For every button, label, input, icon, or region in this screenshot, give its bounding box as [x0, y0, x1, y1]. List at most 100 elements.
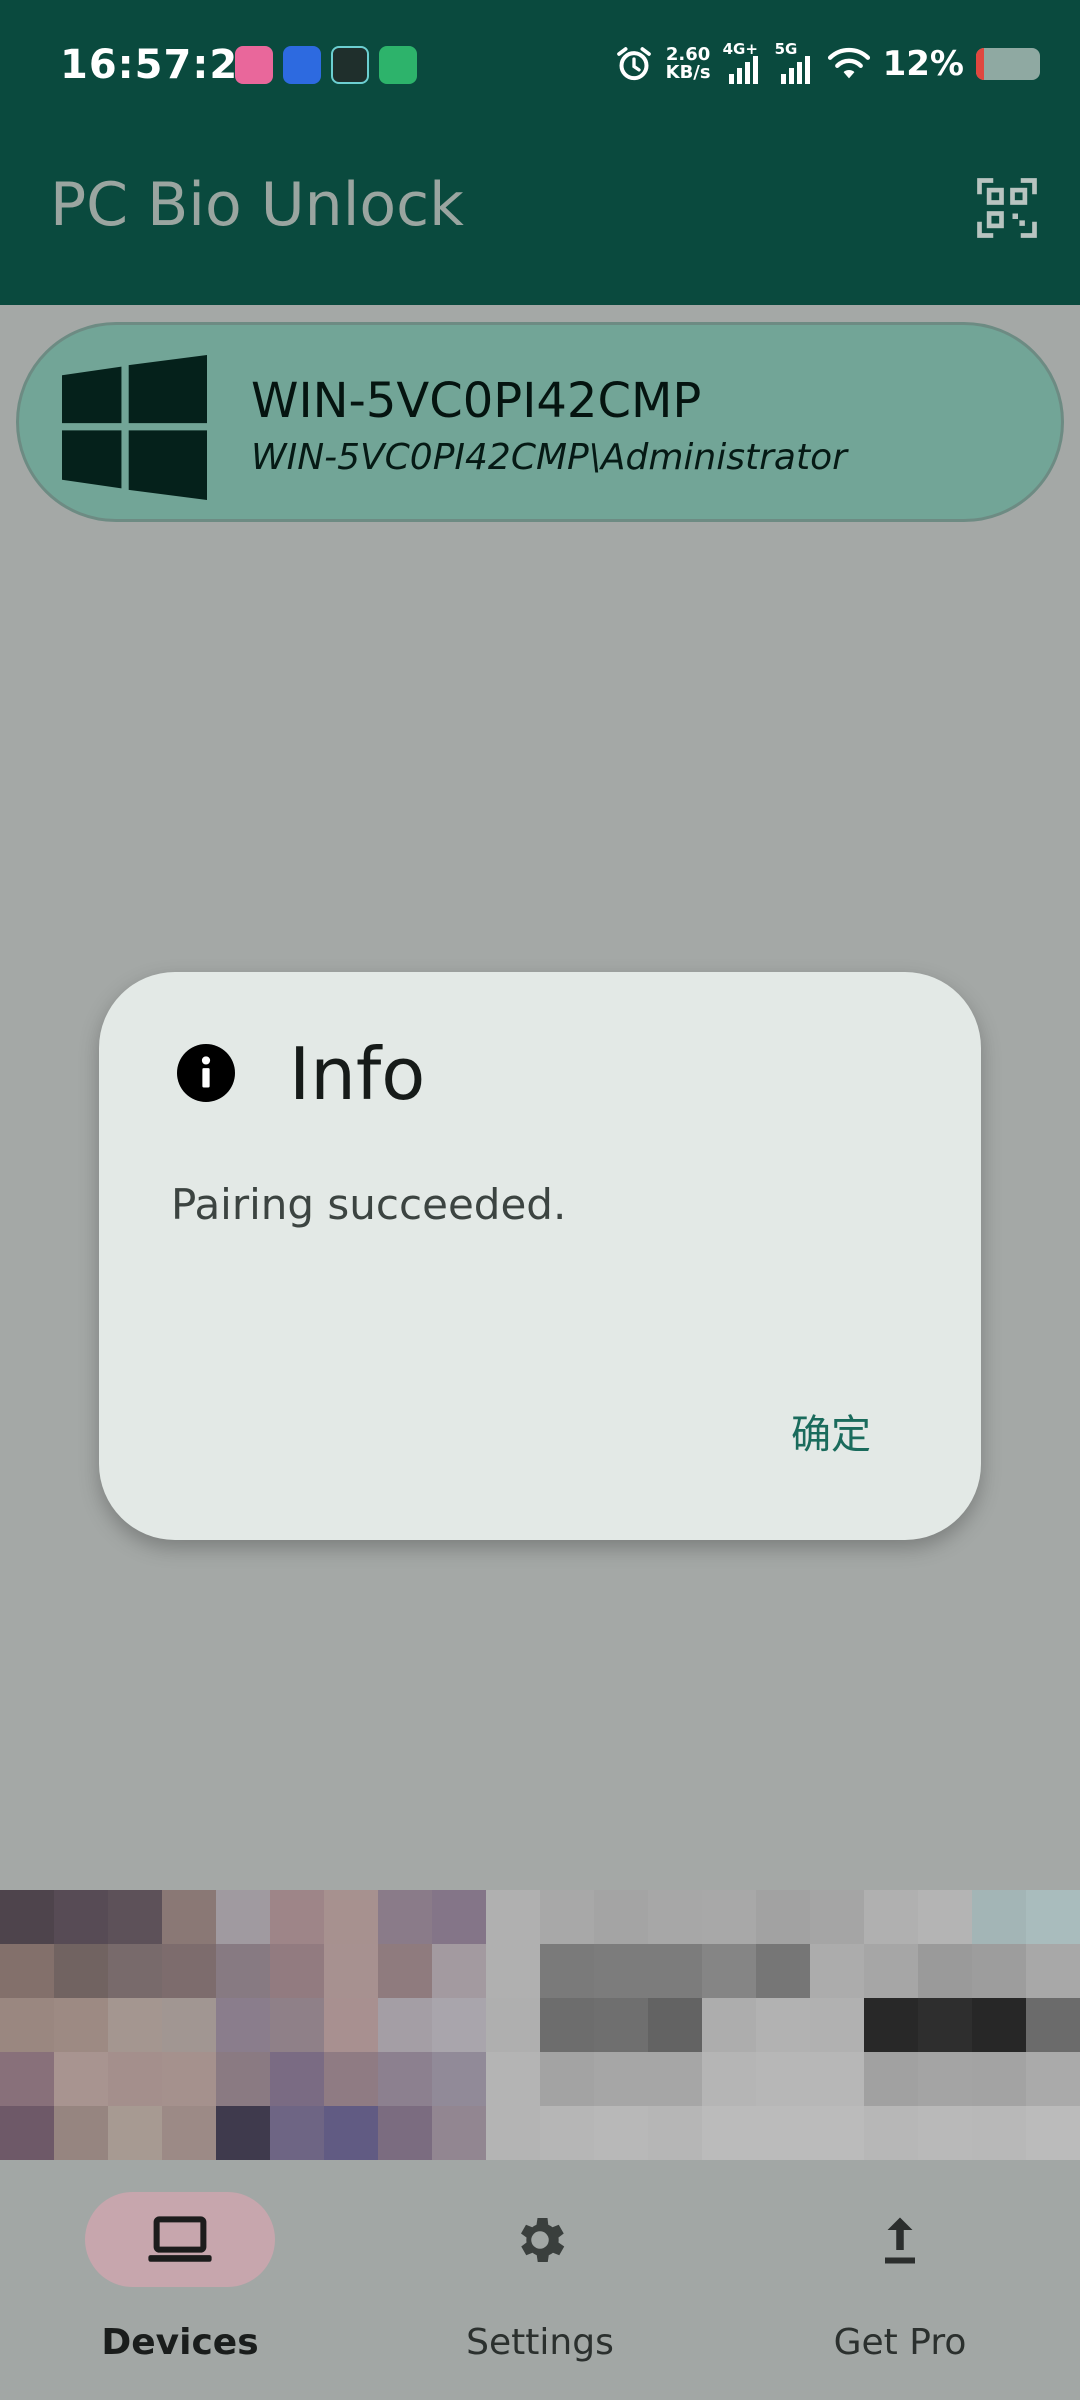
mosaic-tile — [378, 2052, 432, 2106]
upload-arrow-icon — [885, 2217, 915, 2264]
mosaic-tile — [54, 2106, 108, 2160]
mosaic-tile — [756, 1944, 810, 1998]
device-list-item[interactable]: WIN-5VC0PI42CMP WIN-5VC0PI42CMP\Administ… — [16, 322, 1064, 522]
nav-item-get-pro[interactable]: Get Pro — [750, 2192, 1050, 2392]
mosaic-tile — [324, 2052, 378, 2106]
nav-item-devices[interactable]: Devices — [30, 2192, 330, 2392]
qr-scan-icon — [977, 178, 1037, 238]
qr-scan-button[interactable] — [974, 175, 1040, 241]
info-dialog: Info Pairing succeeded. 确定 — [99, 972, 981, 1540]
mosaic-tile — [594, 2052, 648, 2106]
mosaic-tile — [1026, 2052, 1080, 2106]
mosaic-tile — [270, 2052, 324, 2106]
device-name: WIN-5VC0PI42CMP — [251, 373, 702, 429]
mosaic-tile — [108, 1998, 162, 2052]
mosaic-tile — [270, 2106, 324, 2160]
mosaic-tile — [810, 1944, 864, 1998]
mosaic-tile — [648, 2106, 702, 2160]
nav-label: Get Pro — [833, 2322, 967, 2363]
app-notification-icon — [331, 46, 369, 84]
mosaic-tile — [540, 2052, 594, 2106]
wifi-icon — [827, 47, 870, 79]
mosaic-tile — [918, 2052, 972, 2106]
alarm-icon — [616, 47, 651, 81]
mosaic-tile — [54, 1998, 108, 2052]
app-notification-icon — [379, 46, 417, 84]
top-app-bar: 16:57:29 2.60 KB/s 4G+ 5G 12% PC Bio Unl… — [0, 0, 1080, 305]
mosaic-tile — [594, 1998, 648, 2052]
mosaic-tile — [216, 2106, 270, 2160]
mosaic-tile — [540, 2106, 594, 2160]
mosaic-tile — [324, 1890, 378, 1944]
mosaic-tile — [918, 1944, 972, 1998]
battery-percent: 12% — [882, 44, 964, 84]
mosaic-tile — [810, 2106, 864, 2160]
mosaic-tile — [702, 1998, 756, 2052]
mosaic-tile — [54, 2052, 108, 2106]
mosaic-tile — [918, 1998, 972, 2052]
mosaic-tile — [108, 1944, 162, 1998]
mosaic-tile — [864, 1890, 918, 1944]
mosaic-tile — [216, 1944, 270, 1998]
mosaic-tile — [648, 1998, 702, 2052]
mosaic-tile — [324, 1998, 378, 2052]
mosaic-tile — [540, 1998, 594, 2052]
mosaic-tile — [270, 1944, 324, 1998]
mosaic-tile — [432, 2106, 486, 2160]
mosaic-tile — [486, 2106, 540, 2160]
mosaic-tile — [270, 1890, 324, 1944]
mosaic-tile — [1026, 1944, 1080, 1998]
mosaic-tile — [702, 2052, 756, 2106]
mosaic-tile — [378, 1890, 432, 1944]
mosaic-tile — [648, 1890, 702, 1944]
mosaic-tile — [540, 1944, 594, 1998]
bottom-navigation: Devices Settings Get Pro — [0, 2160, 1080, 2400]
mosaic-tile — [432, 1890, 486, 1944]
mosaic-tile — [54, 1944, 108, 1998]
mosaic-tile — [594, 1890, 648, 1944]
status-bar: 16:57:29 2.60 KB/s 4G+ 5G 12% — [60, 38, 1040, 96]
mosaic-tile — [972, 2052, 1026, 2106]
mosaic-tile — [864, 2052, 918, 2106]
pixelated-redacted-region — [0, 1890, 1080, 2160]
mosaic-tile — [972, 1890, 1026, 1944]
mosaic-tile — [108, 1890, 162, 1944]
mosaic-tile — [972, 1944, 1026, 1998]
nav-item-settings[interactable]: Settings — [390, 2192, 690, 2392]
mosaic-tile — [648, 2052, 702, 2106]
mosaic-tile — [162, 1998, 216, 2052]
mosaic-tile — [918, 2106, 972, 2160]
mosaic-tile — [0, 2106, 54, 2160]
mosaic-tile — [216, 1890, 270, 1944]
mosaic-tile — [864, 1944, 918, 1998]
mosaic-tile — [54, 1890, 108, 1944]
mosaic-tile — [810, 1998, 864, 2052]
mosaic-tile — [1026, 1890, 1080, 1944]
mosaic-tile — [432, 2052, 486, 2106]
mosaic-tile — [0, 1944, 54, 1998]
mosaic-tile — [756, 1998, 810, 2052]
dialog-title: Info — [289, 1032, 426, 1116]
mosaic-tile — [108, 2052, 162, 2106]
mosaic-tile — [540, 1890, 594, 1944]
status-indicators: 2.60 KB/s 4G+ 5G 12% — [614, 40, 1040, 84]
confirm-button[interactable]: 确定 — [791, 1402, 871, 1460]
mosaic-tile — [810, 2052, 864, 2106]
device-user: WIN-5VC0PI42CMP\Administrator — [251, 437, 847, 478]
mosaic-tile — [1026, 1998, 1080, 2052]
mosaic-tile — [216, 1998, 270, 2052]
mosaic-tile — [324, 2106, 378, 2160]
mosaic-tile — [378, 1944, 432, 1998]
mosaic-tile — [216, 2052, 270, 2106]
mosaic-tile — [0, 1890, 54, 1944]
mosaic-tile — [756, 2106, 810, 2160]
app-title: PC Bio Unlock — [50, 170, 464, 240]
nav-label: Devices — [101, 2322, 259, 2363]
battery-icon — [976, 48, 1040, 80]
gear-icon — [521, 2218, 565, 2262]
battery-level — [976, 48, 984, 80]
mosaic-tile — [702, 1944, 756, 1998]
mosaic-tile — [432, 1944, 486, 1998]
mosaic-tile — [972, 1998, 1026, 2052]
mosaic-tile — [1026, 2106, 1080, 2160]
